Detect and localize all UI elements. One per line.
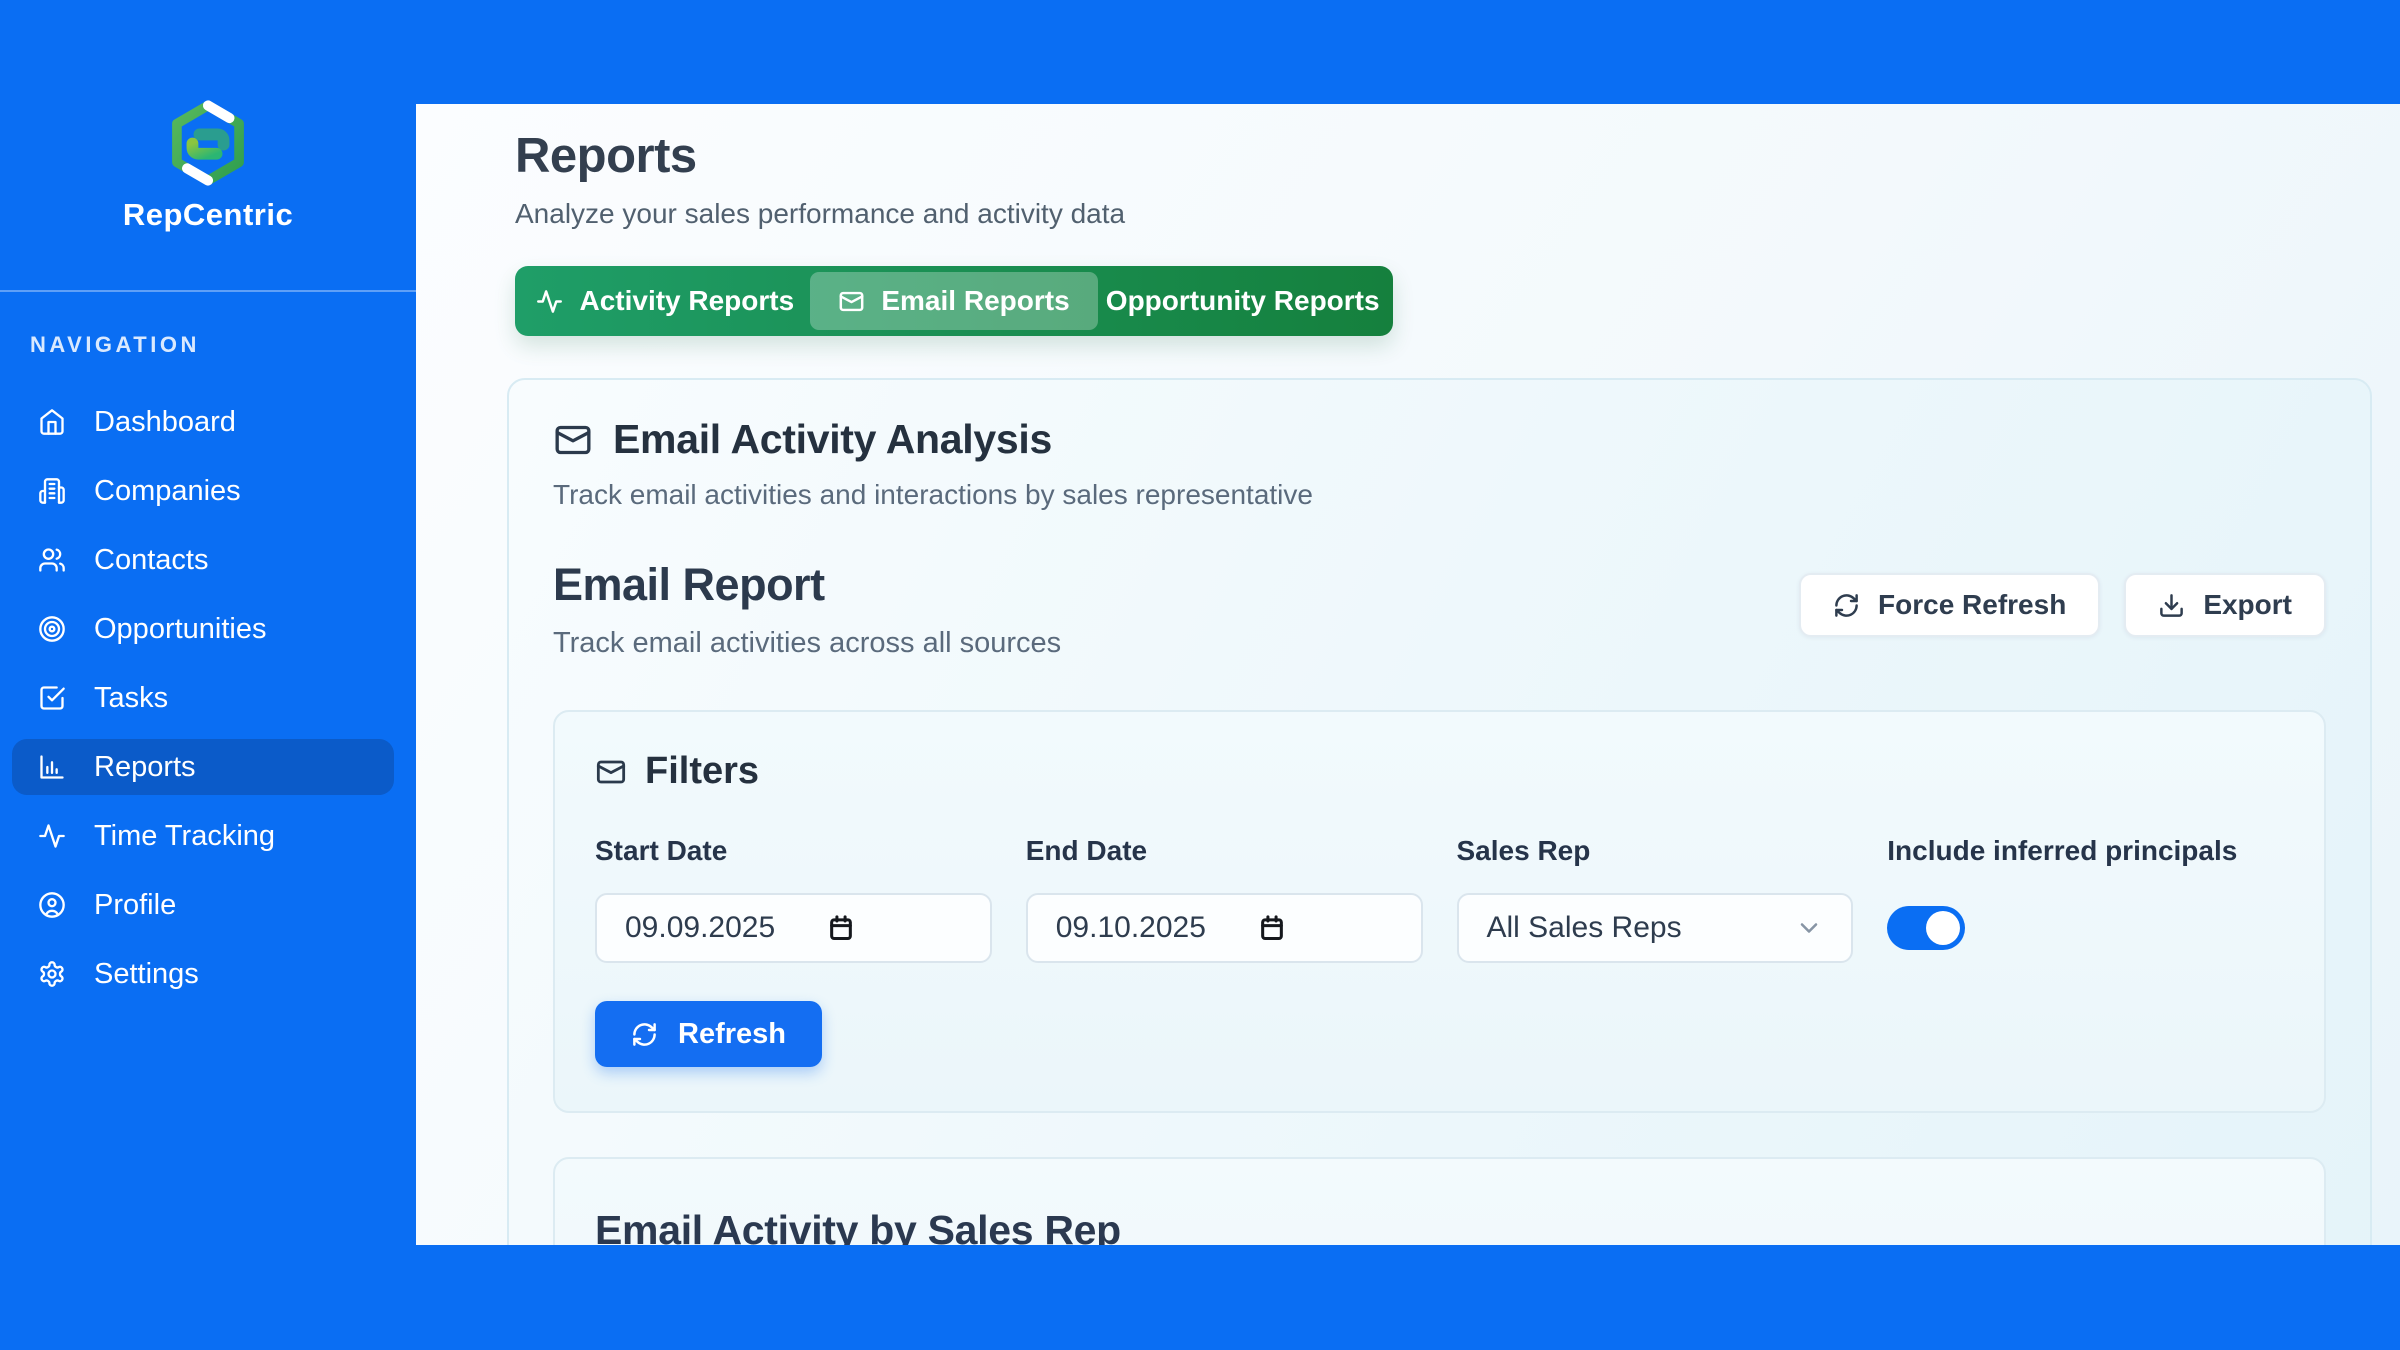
repcentric-logo-icon: [167, 98, 249, 188]
filters-card: Filters Start Date 09.09.2025: [553, 710, 2326, 1113]
tab-label: Opportunity Reports: [1106, 285, 1380, 317]
sidebar: RepCentric NAVIGATION Dashboard Companie…: [0, 0, 416, 1350]
sales-rep-label: Sales Rep: [1457, 835, 1854, 867]
tab-label: Activity Reports: [579, 285, 794, 317]
sidebar-item-label: Time Tracking: [94, 820, 275, 853]
refresh-label: Refresh: [678, 1018, 786, 1051]
page-title: Reports: [515, 128, 2374, 184]
building-icon: [38, 477, 66, 505]
sidebar-item-label: Profile: [94, 889, 176, 922]
nav-section-label: NAVIGATION: [30, 332, 200, 358]
brand-logo-block: RepCentric: [0, 98, 416, 233]
refresh-icon: [631, 1021, 658, 1048]
sales-rep-value: All Sales Reps: [1487, 911, 1682, 945]
sidebar-item-label: Settings: [94, 958, 199, 991]
sidebar-item-contacts[interactable]: Contacts: [12, 532, 394, 588]
activity-icon: [38, 822, 66, 850]
activity-icon: [536, 288, 563, 315]
sidebar-divider: [0, 290, 416, 292]
end-date-field: End Date 09.10.2025: [1026, 835, 1423, 963]
report-subtitle: Track email activities across all source…: [553, 627, 1061, 660]
start-date-field: Start Date 09.09.2025: [595, 835, 992, 963]
refresh-icon: [1833, 592, 1860, 619]
report-heading-block: Email Report Track email activities acro…: [553, 559, 1061, 660]
user-circle-icon: [38, 891, 66, 919]
users-icon: [38, 546, 66, 574]
report-title: Email Report: [553, 559, 1061, 611]
mail-icon: [838, 288, 865, 315]
sidebar-item-profile[interactable]: Profile: [12, 877, 394, 933]
include-inferred-label: Include inferred principals: [1887, 835, 2284, 867]
gear-icon: [38, 960, 66, 988]
force-refresh-button[interactable]: Force Refresh: [1799, 573, 2100, 637]
tab-label: Email Reports: [881, 285, 1069, 317]
sidebar-item-dashboard[interactable]: Dashboard: [12, 394, 394, 450]
sidebar-item-label: Contacts: [94, 544, 208, 577]
sidebar-item-label: Opportunities: [94, 613, 267, 646]
start-date-input[interactable]: 09.09.2025: [595, 893, 992, 963]
sidebar-item-reports[interactable]: Reports: [12, 739, 394, 795]
summary-title: Email Activity by Sales Rep: [595, 1207, 2284, 1245]
calendar-icon[interactable]: [1258, 914, 1286, 942]
sales-rep-field: Sales Rep All Sales Reps: [1457, 835, 1854, 963]
main-panel: Reports Analyze your sales performance a…: [416, 104, 2400, 1245]
home-icon: [38, 408, 66, 436]
tab-email-reports[interactable]: Email Reports: [810, 272, 1099, 330]
refresh-button[interactable]: Refresh: [595, 1001, 822, 1067]
sidebar-item-tasks[interactable]: Tasks: [12, 670, 394, 726]
end-date-input[interactable]: 09.10.2025: [1026, 893, 1423, 963]
filters-title: Filters: [645, 750, 759, 793]
download-icon: [2158, 592, 2185, 619]
bar-chart-icon: [38, 753, 66, 781]
mail-icon: [553, 420, 593, 460]
brand-name: RepCentric: [0, 197, 416, 233]
sidebar-nav: Dashboard Companies Contacts Opportuniti…: [12, 394, 394, 1002]
check-square-icon: [38, 684, 66, 712]
export-label: Export: [2203, 589, 2292, 621]
sidebar-item-label: Tasks: [94, 682, 168, 715]
summary-card: Email Activity by Sales Rep Summary of e…: [553, 1157, 2326, 1245]
end-date-value: 09.10.2025: [1056, 911, 1206, 945]
sales-rep-select[interactable]: All Sales Reps: [1457, 893, 1854, 963]
end-date-label: End Date: [1026, 835, 1423, 867]
mail-icon: [595, 756, 627, 788]
start-date-value: 09.09.2025: [625, 911, 775, 945]
sidebar-item-companies[interactable]: Companies: [12, 463, 394, 519]
start-date-label: Start Date: [595, 835, 992, 867]
reports-tabbar: Activity Reports Email Reports Opportuni…: [515, 266, 1393, 336]
sidebar-item-time-tracking[interactable]: Time Tracking: [12, 808, 394, 864]
calendar-icon[interactable]: [827, 914, 855, 942]
target-icon: [38, 615, 66, 643]
sidebar-item-opportunities[interactable]: Opportunities: [12, 601, 394, 657]
sidebar-item-label: Dashboard: [94, 406, 236, 439]
analysis-subtitle: Track email activities and interactions …: [553, 479, 2326, 511]
app-root: RepCentric NAVIGATION Dashboard Companie…: [0, 0, 2400, 1350]
email-activity-analysis-card: Email Activity Analysis Track email acti…: [507, 378, 2372, 1245]
sidebar-item-label: Reports: [94, 751, 196, 784]
export-button[interactable]: Export: [2124, 573, 2326, 637]
force-refresh-label: Force Refresh: [1878, 589, 2066, 621]
page-subtitle: Analyze your sales performance and activ…: [515, 198, 2374, 230]
sidebar-item-settings[interactable]: Settings: [12, 946, 394, 1002]
sidebar-item-label: Companies: [94, 475, 241, 508]
tab-opportunity-reports[interactable]: Opportunity Reports: [1098, 272, 1387, 330]
include-inferred-field: Include inferred principals: [1887, 835, 2284, 963]
include-inferred-toggle[interactable]: [1887, 906, 1965, 950]
analysis-title: Email Activity Analysis: [613, 416, 1052, 463]
tab-activity-reports[interactable]: Activity Reports: [521, 272, 810, 330]
chevron-down-icon: [1795, 914, 1823, 942]
toggle-knob: [1926, 911, 1960, 945]
